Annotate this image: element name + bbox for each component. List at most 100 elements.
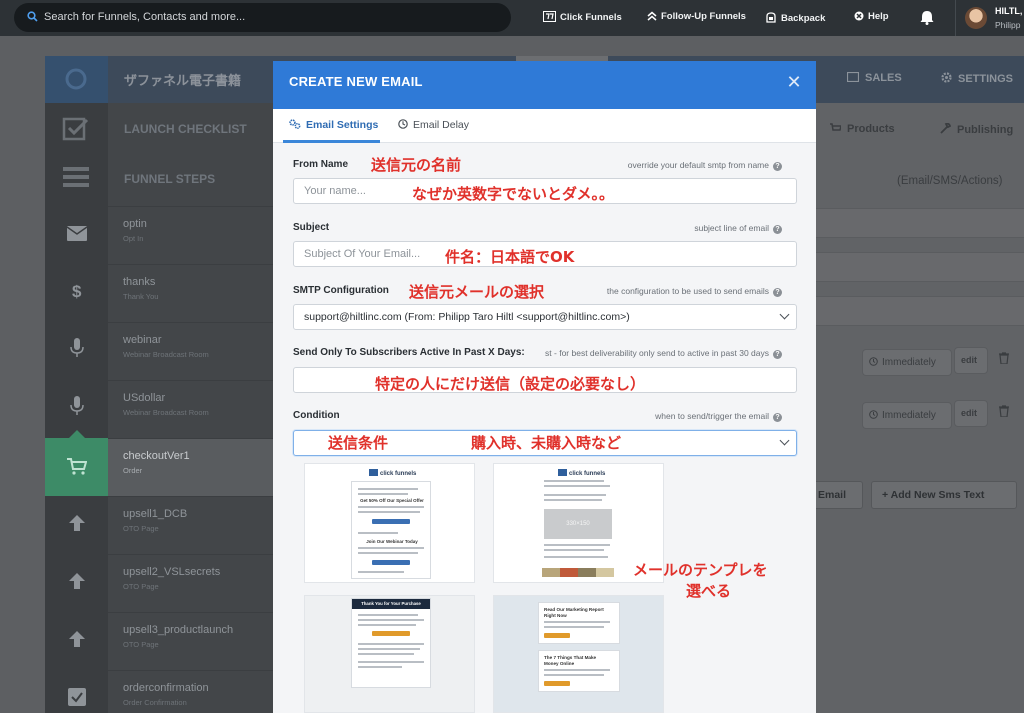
template-text-line (358, 624, 416, 626)
arrow-up-icon (69, 515, 85, 531)
edit-button[interactable]: edit (954, 400, 988, 427)
topbar-divider (955, 0, 956, 36)
add-sms-button[interactable]: + Add New Sms Text (871, 481, 1017, 509)
gear-icon (941, 72, 952, 83)
annotation-subject-ok: 件名：日本語でOK (445, 248, 575, 266)
nav-help[interactable]: Help (854, 11, 889, 22)
help-circle-icon (854, 11, 864, 21)
header-nav-settings[interactable]: SETTINGS (941, 72, 1013, 85)
help-icon[interactable]: ? (773, 288, 782, 297)
avatar[interactable] (965, 7, 987, 29)
delay-pill[interactable]: Immediately (862, 349, 952, 376)
launch-checklist-heading[interactable]: LAUNCH CHECKLIST (124, 122, 247, 136)
user-name[interactable]: HILTL, (995, 6, 1022, 16)
double-chevron-up-icon (647, 11, 657, 21)
header-nav-settings-label: SETTINGS (958, 73, 1014, 85)
smtp-label: SMTP Configuration (293, 285, 389, 296)
arrow-up-icon (69, 631, 85, 647)
template-heading: The 7 Things That Make Money Online (544, 655, 597, 666)
help-icon[interactable]: ? (773, 413, 782, 422)
help-icon[interactable]: ? (773, 350, 782, 359)
from-name-label: From Name (293, 159, 349, 170)
funnel-step[interactable]: upsell3_productlaunch OTO Page (108, 612, 275, 670)
checkbox-icon (68, 688, 86, 706)
nav-help-label: Help (868, 11, 889, 22)
smtp-hint-text: the configuration to be used to send ema… (606, 286, 769, 296)
smtp-select[interactable]: support@hiltlinc.com (From: Philipp Taro… (293, 304, 797, 330)
funnel-step[interactable]: optin Opt In (108, 206, 275, 264)
subnav-products[interactable]: Products (830, 123, 895, 135)
template-logo: click funnels (558, 469, 605, 477)
subnav-publishing[interactable]: Publishing (940, 122, 1013, 136)
nav-backpack[interactable]: Backpack (765, 11, 825, 24)
template-cta (372, 631, 410, 636)
annotation-english-only: なぜか英数字でないとダメ。。 (412, 185, 615, 203)
template-text-line (358, 532, 398, 534)
email-template-thumbnail[interactable]: click funnels Get 50% Off Our Special Of… (304, 463, 475, 583)
template-text-line (358, 571, 404, 573)
funnel-step[interactable]: USdollar Webinar Broadcast Room (108, 380, 275, 438)
template-text-line (358, 506, 424, 508)
trash-icon[interactable] (999, 352, 1009, 364)
funnel-step[interactable]: upsell2_VSLsecrets OTO Page (108, 554, 275, 612)
template-heading: Join Our Webinar Today (366, 539, 418, 544)
funnel-step-active[interactable]: checkoutVer1 Order (108, 438, 275, 496)
nav-clickfunnels[interactable]: Click Funnels (543, 11, 622, 23)
close-icon[interactable]: ✕ (784, 72, 804, 92)
microphone-icon (70, 338, 84, 357)
funnel-step[interactable]: thanks Thank You (108, 264, 275, 322)
template-text-line (358, 643, 424, 645)
bell-icon[interactable] (920, 10, 934, 25)
help-icon[interactable]: ? (773, 162, 782, 171)
template-text-line (358, 614, 418, 616)
annotation-smtp-select: 送信元メールの選択 (409, 283, 545, 301)
template-body: Read Our Marketing Report Right Now (538, 602, 620, 644)
global-search-input[interactable]: Search for Funnels, Contacts and more... (14, 3, 511, 32)
annotation-condition: 送信条件 (328, 434, 389, 452)
funnel-step[interactable]: webinar Webinar Broadcast Room (108, 322, 275, 380)
template-heading: Get 50% Off Our Special Offer (360, 498, 424, 503)
template-cta (544, 633, 570, 638)
send-only-hint-text: st - for best deliverability only send t… (545, 348, 769, 358)
clock-icon (869, 357, 878, 366)
step-name: webinar (123, 334, 162, 346)
tab-email-settings[interactable]: Email Settings (289, 119, 378, 131)
template-text-line (544, 556, 608, 558)
nav-follow-up-funnels[interactable]: Follow-Up Funnels (647, 11, 746, 22)
dollar-icon: $ (72, 282, 82, 301)
funnel-step[interactable]: orderconfirmation Order Confirmation (108, 670, 275, 713)
template-text-line (358, 661, 424, 663)
edit-button[interactable]: edit (954, 347, 988, 374)
funnel-step[interactable]: upsell1_DCB OTO Page (108, 496, 275, 554)
help-icon[interactable]: ? (773, 225, 782, 234)
template-text-line (544, 674, 604, 676)
tab-email-delay[interactable]: Email Delay (398, 119, 469, 131)
clock-icon (869, 410, 878, 419)
user-subname: Philipp (995, 20, 1021, 30)
clock-icon (398, 119, 408, 129)
condition-label: Condition (293, 410, 340, 421)
template-heading: Thank You for Your Purchase (352, 599, 430, 609)
email-template-thumbnail[interactable]: Read Our Marketing Report Right Now The … (493, 595, 664, 713)
clickfunnels-logo-icon (543, 11, 556, 22)
tab-email-delay-label: Email Delay (413, 119, 470, 131)
step-type: OTO Page (123, 640, 159, 649)
delay-pill[interactable]: Immediately (862, 402, 952, 429)
step-type: Opt In (123, 234, 144, 243)
trash-icon[interactable] (999, 405, 1009, 417)
email-template-thumbnail[interactable]: Thank You for Your Purchase (304, 595, 475, 713)
nav-follow-up-label: Follow-Up Funnels (661, 11, 746, 22)
subnav-products-label: Products (847, 123, 895, 135)
header-nav-sales[interactable]: SALES (846, 71, 902, 84)
search-placeholder: Search for Funnels, Contacts and more... (44, 11, 246, 23)
annotation-from-name: 送信元の名前 (371, 156, 462, 174)
subject-hint-text: subject line of email (694, 223, 769, 233)
checklist-icon (62, 117, 89, 141)
template-heading: Read Our Marketing Report Right Now (544, 607, 604, 618)
template-cta (372, 519, 410, 524)
nav-clickfunnels-label: Click Funnels (560, 12, 622, 23)
sales-icon (846, 71, 860, 83)
annotation-purchase-condition: 購入時、未購入時など (471, 434, 622, 452)
step-name: USdollar (123, 392, 166, 404)
add-email-button[interactable]: Email (816, 481, 863, 509)
